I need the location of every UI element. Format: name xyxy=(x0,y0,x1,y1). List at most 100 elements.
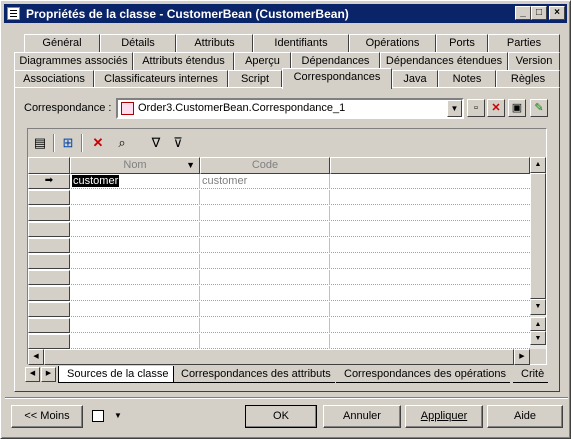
cell-nom[interactable] xyxy=(70,318,200,333)
tab-classificateurs-internes[interactable]: Classificateurs internes xyxy=(94,70,228,88)
horizontal-scrollbar[interactable]: ◀ ▶ xyxy=(28,349,530,365)
row-header[interactable] xyxy=(28,254,70,269)
row-header[interactable] xyxy=(28,318,70,333)
subtab-next-icon[interactable]: ▶ xyxy=(41,367,56,382)
row-header[interactable] xyxy=(28,190,70,205)
column-header-code[interactable]: Code xyxy=(200,157,330,174)
scroll-thumb[interactable] xyxy=(44,349,514,365)
cell-code[interactable] xyxy=(200,286,330,301)
table-row[interactable] xyxy=(28,318,530,333)
tab-version[interactable]: Version xyxy=(508,52,560,70)
cancel-button[interactable]: Annuler xyxy=(323,405,401,428)
tab-regles[interactable]: Règles xyxy=(496,70,560,88)
cell-nom[interactable] xyxy=(70,206,200,221)
find-icon[interactable]: ⌕ xyxy=(112,133,132,153)
settings-icon[interactable]: ✎ xyxy=(530,99,548,117)
tab-attributs-etendus[interactable]: Attributs étendus xyxy=(133,52,234,70)
cell-nom[interactable] xyxy=(70,190,200,205)
row-header[interactable] xyxy=(28,334,70,349)
tab-notes[interactable]: Notes xyxy=(438,70,496,88)
delete-correspondance-icon[interactable]: ✕ xyxy=(487,99,505,117)
subtab-operations[interactable]: Correspondances des opérations xyxy=(336,366,511,383)
properties-icon[interactable]: ▣ xyxy=(508,99,526,117)
tab-general[interactable]: Général xyxy=(24,34,100,52)
table-row[interactable] xyxy=(28,334,530,349)
tab-attributs[interactable]: Attributs xyxy=(176,34,253,52)
subtab-prev-icon[interactable]: ◀ xyxy=(25,367,40,382)
tab-associations[interactable]: Associations xyxy=(14,70,94,88)
new-icon[interactable]: ▫ xyxy=(467,99,485,117)
cell-code[interactable] xyxy=(200,302,330,317)
cell-nom[interactable] xyxy=(70,286,200,301)
apply-button[interactable]: Appliquer xyxy=(405,405,483,428)
mapping-grid[interactable]: Nom ▼ Code ➡ customer customer xyxy=(28,157,530,349)
tab-diagrammes-associes[interactable]: Diagrammes associés xyxy=(14,52,133,70)
row-header[interactable] xyxy=(28,302,70,317)
table-row[interactable] xyxy=(28,238,530,253)
tab-details[interactable]: Détails xyxy=(100,34,176,52)
row-header[interactable] xyxy=(28,286,70,301)
ok-button[interactable]: OK xyxy=(245,405,317,428)
cell-code[interactable] xyxy=(200,318,330,333)
cell-code[interactable]: customer xyxy=(200,174,330,189)
column-header-nom[interactable]: Nom ▼ xyxy=(70,157,200,174)
row-header[interactable] xyxy=(28,206,70,221)
help-button[interactable]: Aide xyxy=(487,405,563,428)
subtab-sources[interactable]: Sources de la classe xyxy=(58,366,174,383)
cell-code[interactable] xyxy=(200,222,330,237)
properties-icon[interactable]: ▤ xyxy=(30,133,50,153)
cell-nom[interactable]: customer xyxy=(70,174,200,189)
title-bar[interactable]: Propriétés de la classe - CustomerBean (… xyxy=(4,4,567,23)
table-row[interactable] xyxy=(28,302,530,317)
window-menu-icon[interactable] xyxy=(7,7,20,20)
subtab-attributs[interactable]: Correspondances des attributs xyxy=(173,366,335,383)
scroll-down-icon[interactable]: ▼ xyxy=(530,299,546,315)
tab-ports[interactable]: Ports xyxy=(436,34,488,52)
tab-parties[interactable]: Parties xyxy=(488,34,560,52)
scroll-up-icon[interactable]: ▲ xyxy=(530,157,546,173)
chevron-down-icon[interactable]: ▼ xyxy=(447,100,462,117)
delete-icon[interactable]: ✕ xyxy=(88,133,108,153)
tab-operations[interactable]: Opérations xyxy=(349,34,436,52)
table-row[interactable] xyxy=(28,254,530,269)
maximize-button[interactable]: □ xyxy=(531,6,547,20)
filter-icon[interactable]: ∇ xyxy=(146,133,166,153)
menu-button[interactable]: ▼ xyxy=(85,405,129,428)
subtab-criteres[interactable]: Critè xyxy=(513,366,549,383)
correspondance-select[interactable]: Order3.CustomerBean.Correspondance_1 ▼ xyxy=(116,98,464,119)
table-row[interactable] xyxy=(28,286,530,301)
vertical-scrollbar[interactable]: ▲ ▼ ▲ ▼ xyxy=(530,157,546,349)
table-row[interactable] xyxy=(28,222,530,237)
tab-dependances-etendues[interactable]: Dépendances étendues xyxy=(380,52,508,70)
tab-identifiants[interactable]: Identifiants xyxy=(253,34,349,52)
tab-java[interactable]: Java xyxy=(392,70,438,88)
table-row[interactable] xyxy=(28,190,530,205)
add-rows-icon[interactable]: ⊞ xyxy=(58,133,78,153)
scroll-thumb[interactable] xyxy=(530,173,546,299)
cell-code[interactable] xyxy=(200,254,330,269)
tab-correspondances[interactable]: Correspondances xyxy=(282,68,392,89)
table-row[interactable] xyxy=(28,270,530,285)
close-button[interactable]: × xyxy=(549,6,565,20)
tab-script[interactable]: Script xyxy=(228,70,282,88)
minimize-button[interactable]: _ xyxy=(515,6,531,20)
table-row[interactable] xyxy=(28,206,530,221)
scroll-left-icon[interactable]: ◀ xyxy=(28,349,44,365)
scroll-right-icon[interactable]: ▶ xyxy=(514,349,530,365)
cell-code[interactable] xyxy=(200,206,330,221)
cell-code[interactable] xyxy=(200,190,330,205)
cell-nom[interactable] xyxy=(70,270,200,285)
cell-nom[interactable] xyxy=(70,334,200,349)
scroll-down-icon[interactable]: ▼ xyxy=(530,331,546,345)
cell-nom[interactable] xyxy=(70,254,200,269)
cell-nom[interactable] xyxy=(70,238,200,253)
cell-code[interactable] xyxy=(200,238,330,253)
less-button[interactable]: << Moins xyxy=(11,405,83,428)
table-row[interactable]: ➡ customer customer xyxy=(28,174,530,189)
row-header[interactable] xyxy=(28,270,70,285)
scroll-up-icon[interactable]: ▲ xyxy=(530,317,546,331)
cell-code[interactable] xyxy=(200,334,330,349)
filter-settings-icon[interactable]: ⊽ xyxy=(168,133,188,153)
current-row-icon[interactable]: ➡ xyxy=(28,174,70,189)
cell-nom[interactable] xyxy=(70,302,200,317)
